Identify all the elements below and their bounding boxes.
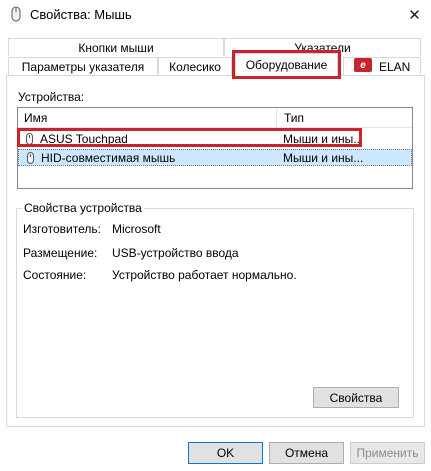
status-label: Состояние:	[23, 268, 87, 282]
ok-button[interactable]: OK	[188, 442, 263, 464]
location-value: USB-устройство ввода	[112, 246, 239, 260]
tab-mouse-buttons[interactable]: Кнопки мыши	[8, 38, 224, 56]
column-header-name[interactable]: Имя	[24, 111, 47, 125]
manufacturer-label: Изготовитель:	[23, 222, 101, 236]
window-title: Свойства: Мышь	[30, 7, 132, 22]
cancel-button[interactable]: Отмена	[269, 442, 344, 464]
status-value: Устройство работает нормально.	[112, 268, 297, 282]
tab-hardware[interactable]: Оборудование	[232, 50, 341, 79]
mouse-icon	[27, 152, 34, 164]
manufacturer-value: Microsoft	[112, 222, 161, 236]
close-button[interactable]: ✕	[398, 0, 431, 30]
elan-logo-icon: e	[354, 58, 372, 72]
tab-elan-label: ELAN	[379, 59, 411, 74]
tab-wheel[interactable]: Колесико	[158, 57, 232, 75]
red-highlight-frame	[17, 128, 362, 147]
mouse-app-icon	[11, 6, 21, 22]
device-row-selected[interactable]: HID-совместимая мышь Мыши и ины...	[18, 149, 412, 166]
column-header-type[interactable]: Тип	[284, 111, 304, 125]
column-divider[interactable]	[276, 108, 277, 127]
apply-button[interactable]: Применить	[350, 442, 425, 464]
device-name: HID-совместимая мышь	[41, 151, 176, 165]
device-type: Мыши и ины...	[283, 151, 364, 165]
devices-label: Устройства:	[18, 90, 85, 104]
tab-pointer-options[interactable]: Параметры указателя	[8, 57, 158, 75]
title-bar: Свойства: Мышь ✕	[0, 0, 431, 30]
location-label: Размещение:	[23, 246, 98, 260]
device-properties-title: Свойства устройства	[22, 201, 144, 215]
properties-button[interactable]: Свойства	[313, 387, 399, 408]
list-header	[18, 108, 412, 128]
